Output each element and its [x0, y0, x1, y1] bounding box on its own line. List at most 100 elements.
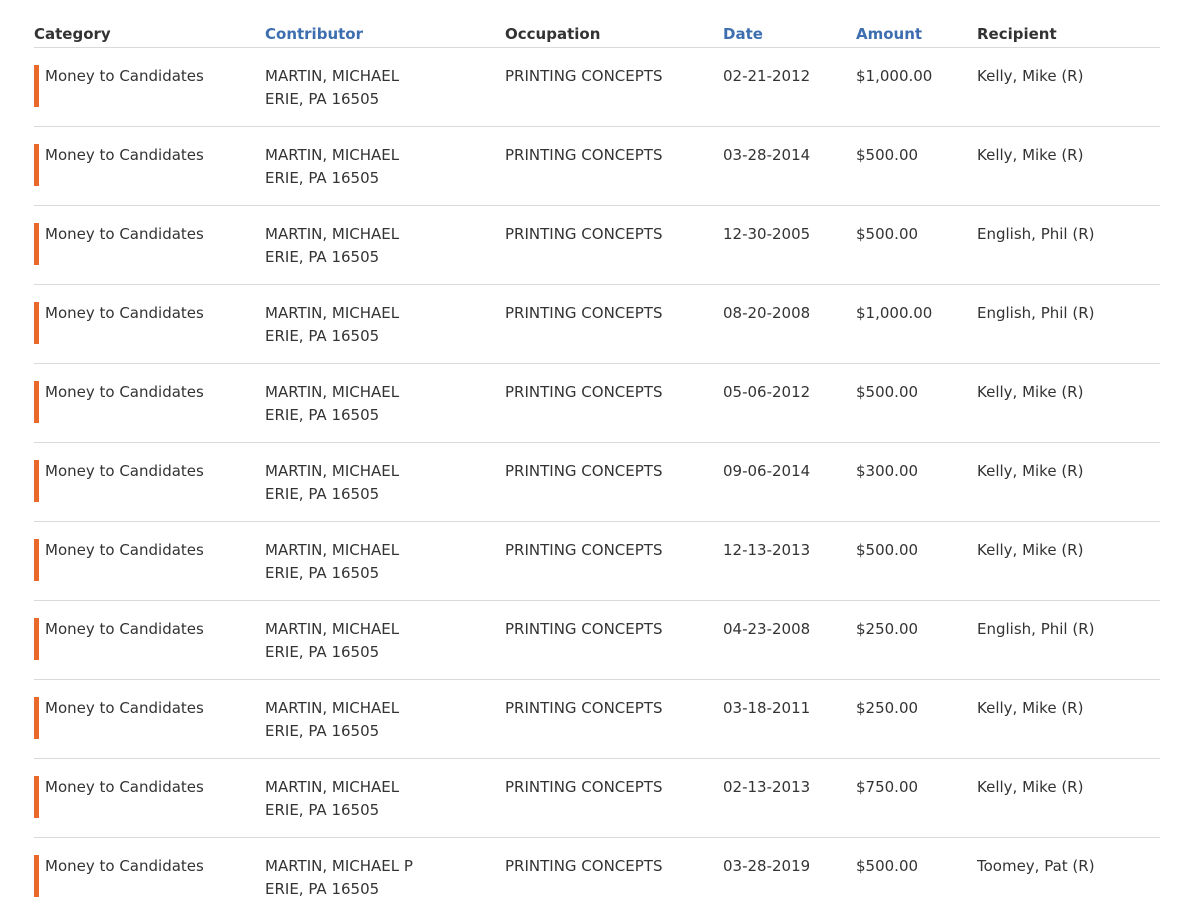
amount-cell: $500.00 — [856, 857, 919, 875]
occupation-cell: PRINTING CONCEPTS — [505, 541, 663, 559]
amount-cell: $500.00 — [856, 383, 919, 401]
contributor-location: ERIE, PA 16505 — [265, 563, 380, 582]
contributor-name: MARTIN, MICHAEL — [265, 699, 400, 717]
table-row: Money to Candidates MARTIN, MICHAEL ERIE, … — [34, 601, 1160, 680]
category-color-bar — [34, 697, 39, 739]
contributions-table: Category Contributor Occupation Date Amo… — [34, 0, 1160, 916]
date-cell: 09-06-2014 — [723, 462, 811, 480]
table-row: Money to Candidates MARTIN, MICHAEL ERIE, … — [34, 443, 1160, 522]
table-row: Money to Candidates MARTIN, MICHAEL ERIE, … — [34, 48, 1160, 127]
contributor-name: MARTIN, MICHAEL — [265, 67, 400, 85]
table-row: Money to Candidates MARTIN, MICHAEL ERIE, … — [34, 759, 1160, 838]
contributor-cell: MARTIN, MICHAEL ERIE, PA 16505 — [265, 539, 399, 584]
recipient-cell: English, Phil (R) — [977, 620, 1095, 638]
recipient-cell: Kelly, Mike (R) — [977, 699, 1084, 717]
contributor-name: MARTIN, MICHAEL — [265, 146, 400, 164]
contributor-cell: MARTIN, MICHAEL ERIE, PA 16505 — [265, 144, 399, 189]
contributor-name: MARTIN, MICHAEL P — [265, 857, 413, 875]
recipient-cell: Kelly, Mike (R) — [977, 146, 1084, 164]
category-cell: Money to Candidates — [45, 778, 204, 796]
occupation-cell: PRINTING CONCEPTS — [505, 67, 663, 85]
contributor-cell: MARTIN, MICHAEL ERIE, PA 16505 — [265, 223, 399, 268]
recipient-cell: Toomey, Pat (R) — [977, 857, 1095, 875]
category-color-bar — [34, 539, 39, 581]
category-color-bar — [34, 460, 39, 502]
category-color-bar — [34, 65, 39, 107]
amount-cell: $500.00 — [856, 146, 919, 164]
contributor-location: ERIE, PA 16505 — [265, 89, 380, 108]
header-occupation: Occupation — [505, 25, 601, 43]
category-cell: Money to Candidates — [45, 857, 204, 875]
category-color-bar — [34, 223, 39, 265]
table-body: Money to Candidates MARTIN, MICHAEL ERIE, … — [34, 48, 1160, 916]
occupation-cell: PRINTING CONCEPTS — [505, 778, 663, 796]
recipient-cell: Kelly, Mike (R) — [977, 462, 1084, 480]
table-row: Money to Candidates MARTIN, MICHAEL ERIE, … — [34, 285, 1160, 364]
category-color-bar — [34, 855, 39, 897]
table-row: Money to Candidates MARTIN, MICHAEL ERIE, … — [34, 364, 1160, 443]
recipient-cell: Kelly, Mike (R) — [977, 67, 1084, 85]
contributor-cell: MARTIN, MICHAEL ERIE, PA 16505 — [265, 618, 399, 663]
date-cell: 04-23-2008 — [723, 620, 811, 638]
recipient-cell: English, Phil (R) — [977, 304, 1095, 322]
amount-cell: $250.00 — [856, 699, 919, 717]
date-cell: 05-06-2012 — [723, 383, 811, 401]
recipient-cell: Kelly, Mike (R) — [977, 778, 1084, 796]
category-cell: Money to Candidates — [45, 699, 204, 717]
amount-cell: $300.00 — [856, 462, 919, 480]
contributor-name: MARTIN, MICHAEL — [265, 383, 400, 401]
contributor-location: ERIE, PA 16505 — [265, 326, 380, 345]
date-cell: 03-28-2014 — [723, 146, 811, 164]
header-date-sort-link[interactable]: Date — [723, 25, 763, 43]
contributor-cell: MARTIN, MICHAEL ERIE, PA 16505 — [265, 381, 399, 426]
amount-cell: $750.00 — [856, 778, 919, 796]
occupation-cell: PRINTING CONCEPTS — [505, 620, 663, 638]
category-color-bar — [34, 302, 39, 344]
occupation-cell: PRINTING CONCEPTS — [505, 146, 663, 164]
amount-cell: $500.00 — [856, 225, 919, 243]
contributor-cell: MARTIN, MICHAEL ERIE, PA 16505 — [265, 460, 399, 505]
contributor-cell: MARTIN, MICHAEL ERIE, PA 16505 — [265, 65, 399, 110]
contributor-location: ERIE, PA 16505 — [265, 247, 380, 266]
contributor-name: MARTIN, MICHAEL — [265, 304, 400, 322]
table-row: Money to Candidates MARTIN, MICHAEL ERIE, … — [34, 206, 1160, 285]
header-contributor-sort-link[interactable]: Contributor — [265, 25, 363, 43]
recipient-cell: Kelly, Mike (R) — [977, 383, 1084, 401]
table-row: Money to Candidates MARTIN, MICHAEL P ERIE… — [34, 838, 1160, 916]
category-cell: Money to Candidates — [45, 462, 204, 480]
occupation-cell: PRINTING CONCEPTS — [505, 699, 663, 717]
occupation-cell: PRINTING CONCEPTS — [505, 857, 663, 875]
occupation-cell: PRINTING CONCEPTS — [505, 304, 663, 322]
category-color-bar — [34, 381, 39, 423]
category-cell: Money to Candidates — [45, 304, 204, 322]
table-row: Money to Candidates MARTIN, MICHAEL ERIE, … — [34, 127, 1160, 206]
date-cell: 03-28-2019 — [723, 857, 811, 875]
occupation-cell: PRINTING CONCEPTS — [505, 462, 663, 480]
date-cell: 12-30-2005 — [723, 225, 811, 243]
header-recipient: Recipient — [977, 25, 1057, 43]
amount-cell: $1,000.00 — [856, 67, 933, 85]
contributor-name: MARTIN, MICHAEL — [265, 778, 400, 796]
contributor-location: ERIE, PA 16505 — [265, 168, 380, 187]
date-cell: 02-13-2013 — [723, 778, 811, 796]
contributor-name: MARTIN, MICHAEL — [265, 462, 400, 480]
contributor-cell: MARTIN, MICHAEL ERIE, PA 16505 — [265, 776, 399, 821]
category-cell: Money to Candidates — [45, 146, 204, 164]
contributor-name: MARTIN, MICHAEL — [265, 620, 400, 638]
header-category: Category — [34, 25, 111, 43]
amount-cell: $250.00 — [856, 620, 919, 638]
amount-cell: $1,000.00 — [856, 304, 933, 322]
category-cell: Money to Candidates — [45, 225, 204, 243]
table-row: Money to Candidates MARTIN, MICHAEL ERIE, … — [34, 680, 1160, 759]
category-cell: Money to Candidates — [45, 67, 204, 85]
contributor-cell: MARTIN, MICHAEL P ERIE, PA 16505 — [265, 855, 413, 900]
recipient-cell: Kelly, Mike (R) — [977, 541, 1084, 559]
header-amount-sort-link[interactable]: Amount — [856, 25, 922, 43]
contributor-location: ERIE, PA 16505 — [265, 800, 380, 819]
category-cell: Money to Candidates — [45, 383, 204, 401]
contributor-name: MARTIN, MICHAEL — [265, 225, 400, 243]
contributor-location: ERIE, PA 16505 — [265, 642, 380, 661]
recipient-cell: English, Phil (R) — [977, 225, 1095, 243]
category-color-bar — [34, 776, 39, 818]
contributor-location: ERIE, PA 16505 — [265, 484, 380, 503]
